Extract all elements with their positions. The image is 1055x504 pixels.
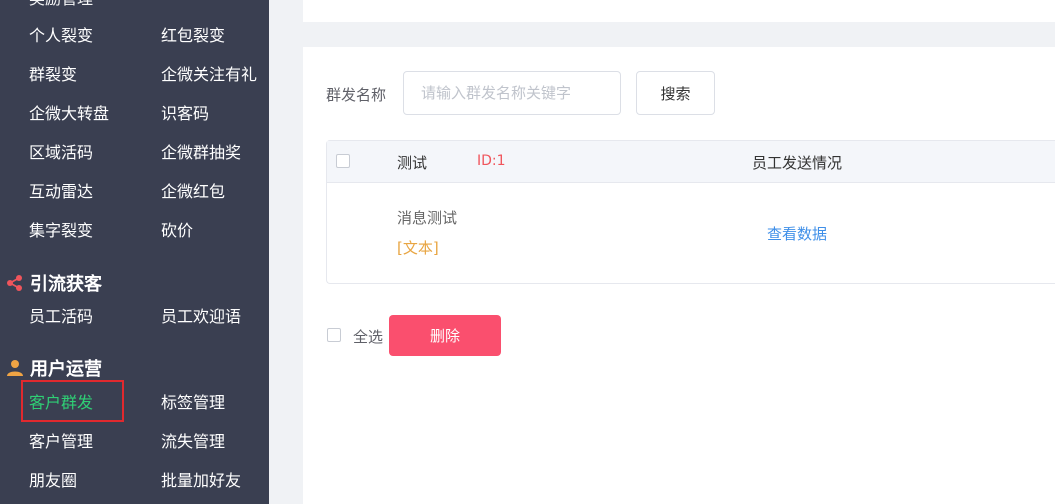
- sidebar-item-bargain[interactable]: 砍价: [161, 220, 193, 242]
- sidebar-item-follow-gift[interactable]: 企微关注有礼: [161, 64, 257, 86]
- sidebar-item-moments[interactable]: 朋友圈: [29, 470, 77, 492]
- broadcast-table: 测试 ID:1 员工发送情况 消息测试 [文本] 查看数据: [326, 140, 1055, 284]
- search-label: 群发名称: [326, 86, 387, 104]
- section-ops-header: 用户运营: [6, 356, 102, 380]
- sidebar-item-welcome-message[interactable]: 员工欢迎语: [161, 306, 241, 328]
- sidebar-item-region-code[interactable]: 区域活码: [29, 142, 93, 164]
- sidebar-item-personal-fission[interactable]: 个人裂变: [29, 25, 93, 47]
- search-input[interactable]: [403, 71, 621, 115]
- message-type-badge: [文本]: [397, 239, 439, 257]
- sidebar-item-lucky-wheel[interactable]: 企微大转盘: [29, 103, 109, 125]
- sidebar-item-churn-management[interactable]: 流失管理: [161, 431, 225, 453]
- user-icon: [7, 360, 23, 376]
- view-data-link[interactable]: 查看数据: [767, 223, 827, 244]
- top-panel: [303, 0, 1055, 22]
- select-all-label[interactable]: 全选: [353, 326, 383, 347]
- sidebar-item-interaction-radar[interactable]: 互动雷达: [29, 181, 93, 203]
- row-checkbox[interactable]: [336, 154, 350, 168]
- sidebar-item-group-fission[interactable]: 群裂变: [29, 64, 77, 86]
- section-traffic-title: 引流获客: [30, 274, 102, 295]
- sidebar-item-group-lottery[interactable]: 企微群抽奖: [161, 142, 241, 164]
- share-icon: [7, 275, 22, 291]
- message-name: 消息测试: [397, 209, 458, 227]
- table-header: 测试 ID:1 员工发送情况: [327, 141, 1055, 183]
- column-staff-send-status: 员工发送情况: [752, 154, 843, 172]
- sidebar-item-customer-management[interactable]: 客户管理: [29, 431, 93, 453]
- sidebar-item-collect-words[interactable]: 集字裂变: [29, 220, 93, 242]
- broadcast-id: ID:1: [477, 153, 506, 169]
- sidebar-item-staff-code[interactable]: 员工活码: [29, 306, 93, 328]
- select-all-checkbox[interactable]: [327, 328, 341, 342]
- delete-button[interactable]: 删除: [389, 315, 501, 356]
- sidebar-item-reward-management[interactable]: 奖励管理: [29, 0, 93, 10]
- sidebar-item-wecom-redpacket[interactable]: 企微红包: [161, 181, 225, 203]
- broadcast-title: 测试: [397, 154, 428, 172]
- sidebar-item-redpacket-fission[interactable]: 红包裂变: [161, 25, 225, 47]
- sidebar-item-batch-add-friends[interactable]: 批量加好友: [161, 470, 241, 492]
- sidebar-item-customer-code[interactable]: 识客码: [161, 103, 209, 125]
- section-ops-title: 用户运营: [30, 359, 102, 380]
- sidebar: 奖励管理 个人裂变 红包裂变 群裂变 企微关注有礼 企微大转盘 识客码 区域活码…: [0, 0, 269, 504]
- sidebar-item-customer-broadcast[interactable]: 客户群发: [29, 392, 93, 414]
- sidebar-item-tag-management[interactable]: 标签管理: [161, 392, 225, 414]
- search-button[interactable]: 搜索: [636, 71, 715, 115]
- section-traffic-header: 引流获客: [6, 271, 102, 295]
